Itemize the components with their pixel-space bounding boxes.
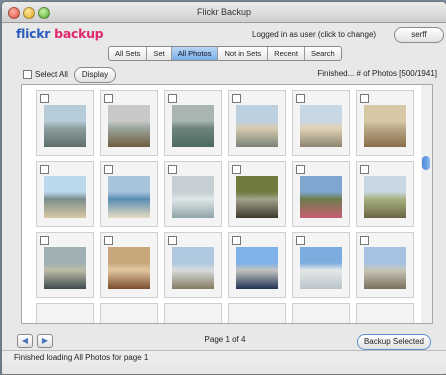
photo-tile[interactable] xyxy=(100,90,158,156)
photo-select-checkbox[interactable] xyxy=(296,236,305,245)
tab-search[interactable]: Search xyxy=(305,47,341,60)
photo-thumbnail-beach-wave[interactable] xyxy=(108,176,150,218)
tab-not-in-sets[interactable]: Not in Sets xyxy=(218,47,269,60)
photo-thumbnail-walkway-bridge[interactable] xyxy=(44,247,86,289)
photo-tile[interactable] xyxy=(164,90,222,156)
photo-thumbnail-pier-coast[interactable] xyxy=(44,105,86,147)
display-button[interactable]: Display xyxy=(74,67,116,83)
photo-select-checkbox[interactable] xyxy=(168,94,177,103)
photo-select-checkbox[interactable] xyxy=(232,236,241,245)
scrollbar-thumb[interactable] xyxy=(422,156,430,170)
photo-thumbnail-shoreline[interactable] xyxy=(172,176,214,218)
logo-text-flickr: flickr xyxy=(16,26,51,41)
photo-select-checkbox[interactable] xyxy=(360,94,369,103)
window-title: Flickr Backup xyxy=(196,7,251,17)
photo-count-status: Finished... # of Photos [500/1941] xyxy=(317,69,437,78)
photo-tile[interactable] xyxy=(100,161,158,227)
photo-grid-scrollbar[interactable] xyxy=(421,84,433,324)
photo-thumbnail-spiral-stairs[interactable] xyxy=(108,247,150,289)
photo-tile[interactable] xyxy=(164,303,222,323)
user-button[interactable]: serff xyxy=(394,27,444,43)
view-tabs: All Sets Set All Photos Not in Sets Recent Se… xyxy=(108,46,342,61)
photo-select-checkbox[interactable] xyxy=(104,236,113,245)
tab-set[interactable]: Set xyxy=(147,47,172,60)
photo-tile[interactable] xyxy=(292,161,350,227)
flickr-backup-logo: flickr backup xyxy=(16,26,104,41)
checkbox-icon[interactable] xyxy=(23,70,32,80)
photo-thumbnail-beach-cove[interactable] xyxy=(236,105,278,147)
photo-select-checkbox[interactable] xyxy=(360,236,369,245)
photo-tile[interactable] xyxy=(356,232,414,298)
photo-tile[interactable] xyxy=(292,303,350,323)
photo-tile[interactable] xyxy=(356,90,414,156)
photo-thumbnail-carved-wood[interactable] xyxy=(364,105,406,147)
photo-thumbnail-rocky-hills[interactable] xyxy=(364,176,406,218)
title-bar[interactable]: Flickr Backup xyxy=(2,2,446,23)
photo-select-checkbox[interactable] xyxy=(168,236,177,245)
photo-thumbnail-beach-palms[interactable] xyxy=(44,176,86,218)
photo-tile[interactable] xyxy=(36,303,94,323)
photo-tile[interactable] xyxy=(36,90,94,156)
photo-tile[interactable] xyxy=(356,161,414,227)
photo-thumbnail-tree-trunk[interactable] xyxy=(236,176,278,218)
photo-tile[interactable] xyxy=(36,232,94,298)
photo-thumbnail-plant-closeup[interactable] xyxy=(108,105,150,147)
photo-tile[interactable] xyxy=(292,232,350,298)
photo-select-checkbox[interactable] xyxy=(40,94,49,103)
photo-thumbnail-coast-town[interactable] xyxy=(364,247,406,289)
photo-select-checkbox[interactable] xyxy=(232,94,241,103)
photo-select-checkbox[interactable] xyxy=(296,165,305,174)
photo-tile[interactable] xyxy=(228,232,286,298)
photo-select-checkbox[interactable] xyxy=(232,165,241,174)
photo-tile[interactable] xyxy=(356,303,414,323)
status-bar-text: Finished loading All Photos for page 1 xyxy=(14,353,149,362)
photo-select-checkbox[interactable] xyxy=(40,165,49,174)
photo-tile[interactable] xyxy=(228,161,286,227)
photo-thumbnail-cliff-view[interactable] xyxy=(172,247,214,289)
photo-thumbnail-succulents[interactable] xyxy=(172,105,214,147)
photo-tile[interactable] xyxy=(228,90,286,156)
photo-select-checkbox[interactable] xyxy=(104,94,113,103)
photo-tile[interactable] xyxy=(36,161,94,227)
logo-text-backup: backup xyxy=(54,26,104,41)
photo-tile[interactable] xyxy=(164,161,222,227)
photo-select-checkbox[interactable] xyxy=(296,94,305,103)
photo-tile[interactable] xyxy=(100,303,158,323)
select-all-label: Select All xyxy=(35,70,68,79)
photo-thumbnail-city-bay[interactable] xyxy=(300,247,342,289)
backup-selected-button[interactable]: Backup Selected xyxy=(357,334,431,350)
photo-tile[interactable] xyxy=(164,232,222,298)
photo-tile[interactable] xyxy=(228,303,286,323)
photo-tile[interactable] xyxy=(100,232,158,298)
select-all-checkbox[interactable]: Select All xyxy=(23,70,68,80)
tab-all-sets[interactable]: All Sets xyxy=(109,47,148,60)
photo-select-checkbox[interactable] xyxy=(360,165,369,174)
tab-recent[interactable]: Recent xyxy=(268,47,305,60)
photo-select-checkbox[interactable] xyxy=(168,165,177,174)
photo-select-checkbox[interactable] xyxy=(40,236,49,245)
photo-thumbnail-protea-flower[interactable] xyxy=(300,176,342,218)
photo-thumbnail-person-outdoors[interactable] xyxy=(236,247,278,289)
tab-all-photos[interactable]: All Photos xyxy=(171,47,219,60)
photo-tile[interactable] xyxy=(292,90,350,156)
photo-thumbnail-beach-rocks[interactable] xyxy=(300,105,342,147)
app-window: Flickr Backup flickr backup Logged in as… xyxy=(1,1,446,375)
login-status-link[interactable]: Logged in as user (click to change) xyxy=(252,30,376,39)
photo-select-checkbox[interactable] xyxy=(104,165,113,174)
photo-grid xyxy=(21,84,423,324)
